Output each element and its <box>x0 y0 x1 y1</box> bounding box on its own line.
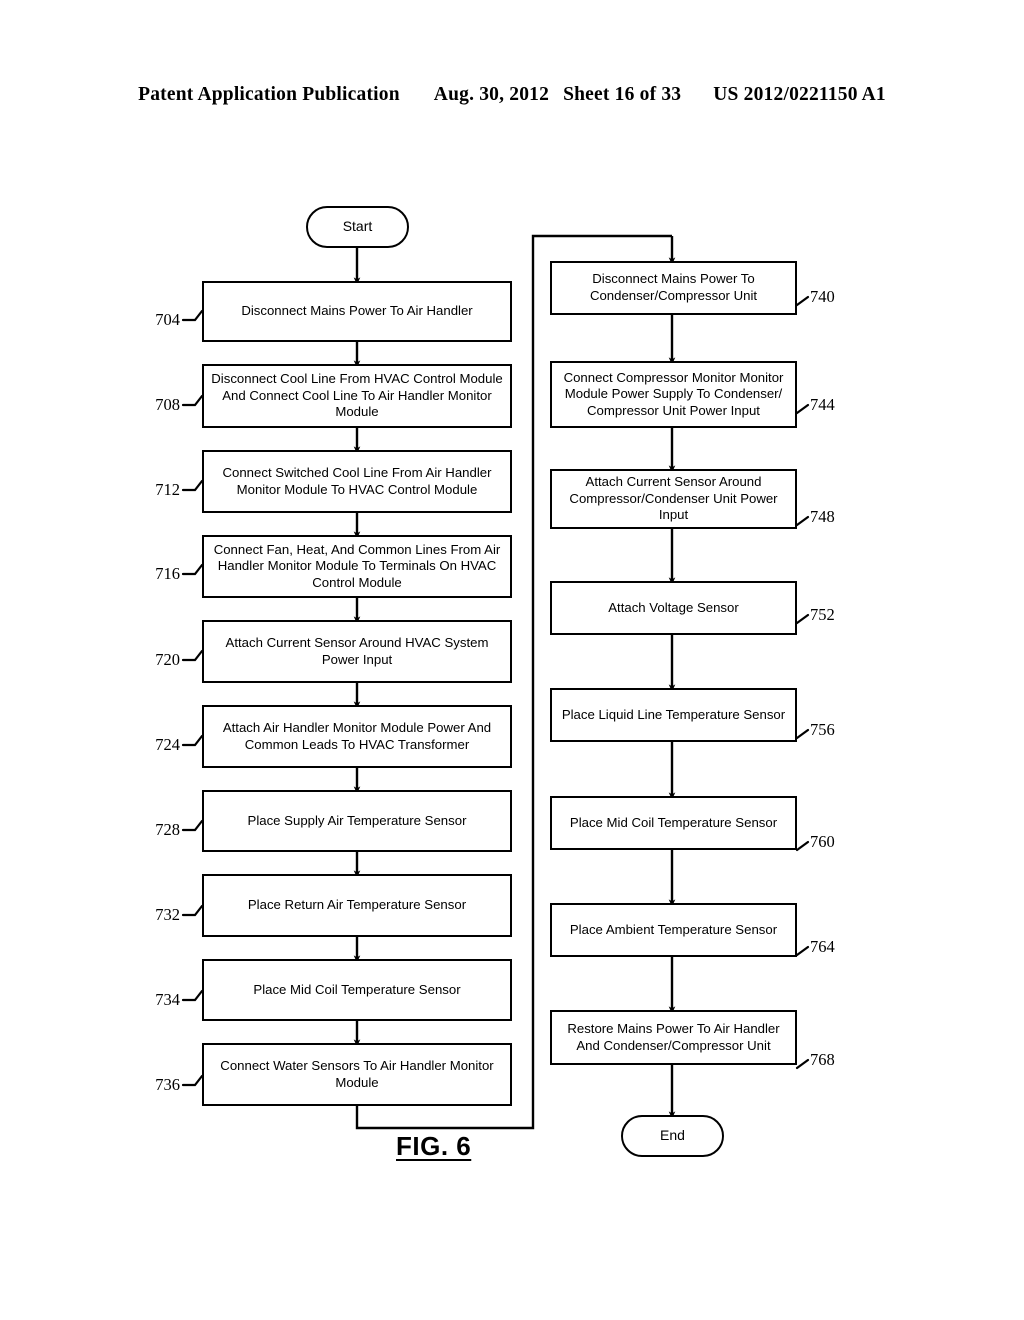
reference-numeral-720: 720 <box>155 650 180 669</box>
flow-node-744-label: Connect Compressor Monitor Monitor Modul… <box>563 369 784 418</box>
reference-numeral-752: 752 <box>810 605 835 624</box>
flow-node-740-label: Disconnect Mains Power To Condenser/Comp… <box>589 271 758 303</box>
reference-numeral-760: 760 <box>810 832 835 851</box>
flow-node-720[interactable]: Attach Current Sensor Around HVAC System… <box>202 620 512 683</box>
flow-node-728-label: Place Supply Air Temperature Sensor <box>247 812 467 828</box>
flow-node-736-label: Connect Water Sensors To Air Handler Mon… <box>220 1057 494 1090</box>
flow-node-724-label: Attach Air Handler Monitor Module Power … <box>222 719 492 752</box>
reference-numeral-768: 768 <box>810 1050 835 1069</box>
reference-numeral-748: 748 <box>810 507 835 526</box>
flow-node-704[interactable]: Disconnect Mains Power To Air Handler <box>202 281 512 342</box>
flow-node-716[interactable]: Connect Fan, Heat, And Common Lines From… <box>202 535 512 598</box>
reference-numeral-764: 764 <box>810 937 835 956</box>
reference-numeral-744: 744 <box>810 395 835 414</box>
flow-node-748[interactable]: Attach Current Sensor Around Compressor/… <box>550 469 797 529</box>
flow-node-716-label: Connect Fan, Heat, And Common Lines From… <box>213 541 501 590</box>
flow-node-end-label: End <box>660 1127 685 1144</box>
reference-numeral-708: 708 <box>155 395 180 414</box>
flow-node-720-label: Attach Current Sensor Around HVAC System… <box>225 634 489 667</box>
flow-node-756[interactable]: Place Liquid Line Temperature Sensor <box>550 688 797 742</box>
flowchart-figure-6: Start End Disconnect Mains Power To Air … <box>0 0 1024 1320</box>
flow-node-760[interactable]: Place Mid Coil Temperature Sensor <box>550 796 797 850</box>
flow-node-start-label: Start <box>342 218 373 235</box>
reference-numeral-716: 716 <box>155 564 180 583</box>
flow-node-712-label: Connect Switched Cool Line From Air Hand… <box>222 464 492 497</box>
flow-node-752-label: Attach Voltage Sensor <box>608 599 739 615</box>
flow-node-764[interactable]: Place Ambient Temperature Sensor <box>550 903 797 957</box>
flow-node-734[interactable]: Place Mid Coil Temperature Sensor <box>202 959 512 1021</box>
reference-numeral-728: 728 <box>155 820 180 839</box>
flow-node-708-label: Disconnect Cool Line From HVAC Control M… <box>211 371 503 420</box>
flow-node-748-label: Attach Current Sensor Around Compressor/… <box>569 474 778 523</box>
flow-node-740[interactable]: Disconnect Mains Power To Condenser/Comp… <box>550 261 797 315</box>
flow-node-732[interactable]: Place Return Air Temperature Sensor <box>202 874 512 937</box>
reference-numeral-740: 740 <box>810 287 835 306</box>
flow-node-764-label: Place Ambient Temperature Sensor <box>569 921 778 937</box>
flow-node-708[interactable]: Disconnect Cool Line From HVAC Control M… <box>202 364 512 428</box>
reference-numeral-736: 736 <box>155 1075 180 1094</box>
reference-numeral-732: 732 <box>155 905 180 924</box>
flow-node-734-label: Place Mid Coil Temperature Sensor <box>253 981 461 997</box>
reference-numeral-712: 712 <box>155 480 180 499</box>
flow-node-736[interactable]: Connect Water Sensors To Air Handler Mon… <box>202 1043 512 1106</box>
figure-caption: FIG. 6 <box>396 1131 472 1161</box>
flow-node-704-label: Disconnect Mains Power To Air Handler <box>241 303 473 319</box>
flow-node-712[interactable]: Connect Switched Cool Line From Air Hand… <box>202 450 512 513</box>
flow-node-756-label: Place Liquid Line Temperature Sensor <box>561 706 786 722</box>
reference-numeral-704: 704 <box>155 310 180 329</box>
flow-node-768-label: Restore Mains Power To Air Handler And C… <box>567 1020 780 1053</box>
flow-node-760-label: Place Mid Coil Temperature Sensor <box>569 814 778 830</box>
flow-node-728[interactable]: Place Supply Air Temperature Sensor <box>202 790 512 852</box>
flow-node-start[interactable]: Start <box>306 206 409 248</box>
reference-numeral-734: 734 <box>155 990 180 1009</box>
reference-numeral-724: 724 <box>155 735 180 754</box>
flow-node-768[interactable]: Restore Mains Power To Air Handler And C… <box>550 1010 797 1065</box>
flow-node-724[interactable]: Attach Air Handler Monitor Module Power … <box>202 705 512 768</box>
flow-node-744[interactable]: Connect Compressor Monitor Monitor Modul… <box>550 361 797 428</box>
flow-node-732-label: Place Return Air Temperature Sensor <box>247 897 467 913</box>
flow-node-752[interactable]: Attach Voltage Sensor <box>550 581 797 635</box>
flow-node-end[interactable]: End <box>621 1115 724 1157</box>
reference-numeral-756: 756 <box>810 720 835 739</box>
